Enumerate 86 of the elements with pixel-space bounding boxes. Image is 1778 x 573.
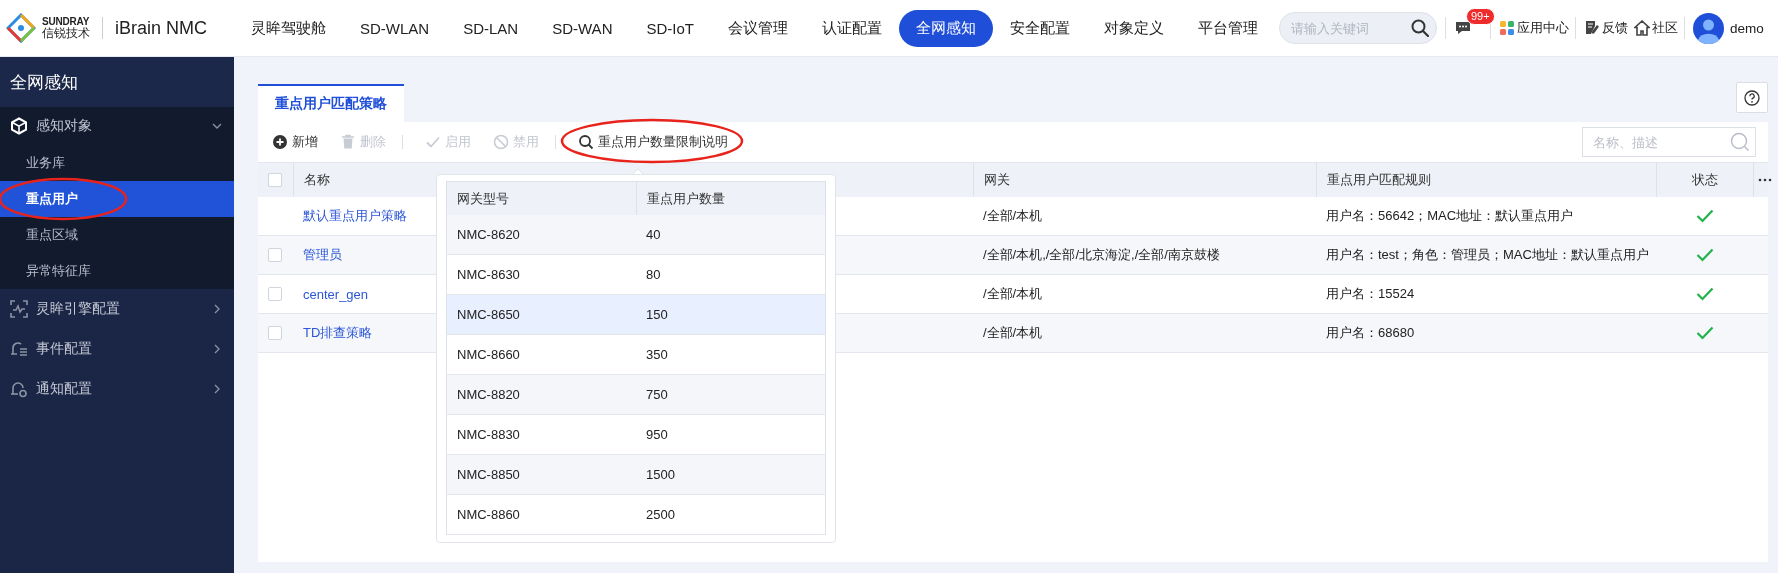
plus-circle-icon	[272, 134, 288, 150]
search-icon	[578, 134, 594, 150]
company-name: 信锐技术	[42, 27, 90, 40]
checkbox[interactable]	[268, 173, 282, 187]
table-cell: NMC-8830	[446, 414, 636, 455]
notification-badge: 99+	[1466, 8, 1495, 25]
header-link[interactable]: 应用中心	[1499, 19, 1569, 37]
policy-link[interactable]: 管理员	[303, 247, 342, 262]
document-pen-icon	[1584, 20, 1600, 36]
bell-list-icon	[10, 340, 28, 358]
column-header: 网关	[973, 162, 1316, 197]
table-cell: NMC-8650	[446, 294, 636, 335]
trash-icon	[340, 134, 356, 150]
nav-tab[interactable]: SD-LAN	[446, 10, 536, 46]
apps-icon	[1499, 20, 1515, 36]
table-cell: NMC-8630	[446, 254, 636, 295]
table-cell: NMC-8660	[446, 334, 636, 375]
help-button[interactable]	[1736, 82, 1768, 113]
nav-tab[interactable]: 全网感知	[899, 9, 993, 47]
sidebar-item[interactable]: 业务库	[0, 145, 234, 181]
nav-tab[interactable]: SD-IoT	[629, 10, 711, 46]
scan-icon	[10, 300, 28, 318]
sidebar-item[interactable]: 重点用户	[0, 181, 234, 217]
checkbox[interactable]	[268, 287, 282, 301]
logo-icon	[6, 13, 36, 43]
table-cell: NMC-8620	[446, 215, 636, 255]
policy-link[interactable]: center_gen	[303, 286, 369, 302]
tab[interactable]: 重点用户匹配策略	[258, 84, 404, 122]
table-cell: 用户名：test；角色：管理员；MAC地址：默认重点用户	[1316, 235, 1656, 275]
nav-tab[interactable]: 灵眸驾驶舱	[234, 9, 343, 47]
sidebar-group[interactable]: 通知配置	[0, 369, 234, 409]
user-name[interactable]: demo	[1730, 20, 1764, 36]
policy-link[interactable]: 默认重点用户策略	[303, 208, 407, 223]
sidebar-group[interactable]: 灵眸引擎配置	[0, 289, 234, 329]
search-icon	[1730, 132, 1750, 152]
table-cell: /全部/本机	[973, 197, 1316, 236]
header-link[interactable]: 社区	[1634, 19, 1678, 37]
table-cell: NMC-8850	[446, 454, 636, 495]
nav-tab[interactable]: 会议管理	[711, 9, 805, 47]
avatar-icon[interactable]	[1693, 12, 1724, 44]
message-icon[interactable]	[1454, 20, 1472, 36]
cube-icon	[10, 117, 28, 135]
checkbox[interactable]	[268, 248, 282, 262]
nav-tab[interactable]: SD-WLAN	[343, 10, 447, 46]
toolbar-button[interactable]: 新增	[272, 133, 318, 151]
bell-gear-icon	[10, 380, 28, 398]
table-cell: NMC-8820	[446, 374, 636, 415]
column-header: 重点用户匹配规则	[1316, 162, 1656, 197]
nav-tab[interactable]: 平台管理	[1181, 9, 1275, 47]
nav-tab[interactable]: SD-WAN	[535, 10, 630, 46]
table-cell: /全部/本机,/全部/北京海淀,/全部/南京鼓楼	[973, 235, 1316, 275]
table-cell: NMC-8860	[446, 494, 636, 535]
table-cell: 750	[636, 374, 826, 415]
nav-tab[interactable]: 对象定义	[1087, 9, 1181, 47]
brand-name: SUNDRAY	[42, 16, 90, 27]
table-cell: 1500	[636, 454, 826, 495]
search-field[interactable]: 名称、描述	[1582, 127, 1756, 157]
table-cell: /全部/本机	[973, 313, 1316, 353]
table-cell: 150	[636, 294, 826, 335]
column-header: 重点用户数量	[636, 181, 826, 215]
column-header: 状态	[1656, 162, 1753, 197]
column-header: 网关型号	[446, 181, 636, 215]
sidebar-item[interactable]: 重点区域	[0, 217, 234, 253]
table-cell: /全部/本机	[973, 274, 1316, 314]
sidebar-group[interactable]: 事件配置	[0, 329, 234, 369]
table-cell: 350	[636, 334, 826, 375]
check-icon	[425, 134, 441, 150]
table-cell: 用户名：15524	[1316, 274, 1656, 314]
table-cell: 40	[636, 215, 826, 255]
table-cell: 950	[636, 414, 826, 455]
search-icon	[1411, 19, 1429, 37]
table-cell: 用户名：68680	[1316, 313, 1656, 353]
sidebar-item[interactable]: 异常特征库	[0, 253, 234, 289]
checkbox[interactable]	[268, 326, 282, 340]
product-name: iBrain NMC	[115, 17, 207, 39]
help-icon	[1744, 89, 1760, 106]
table-cell: 2500	[636, 494, 826, 535]
policy-link[interactable]: TD排查策略	[303, 325, 373, 340]
table-cell: 80	[636, 254, 826, 295]
sidebar-group[interactable]: 感知对象	[0, 107, 234, 145]
nav-tab[interactable]: 安全配置	[993, 9, 1087, 47]
nav-tab[interactable]: 认证配置	[805, 9, 899, 47]
no-entry-icon	[493, 134, 509, 150]
house-icon	[1634, 20, 1650, 36]
table-cell: 用户名：56642；MAC地址：默认重点用户	[1316, 197, 1656, 236]
header-link[interactable]: 反馈	[1584, 19, 1628, 37]
